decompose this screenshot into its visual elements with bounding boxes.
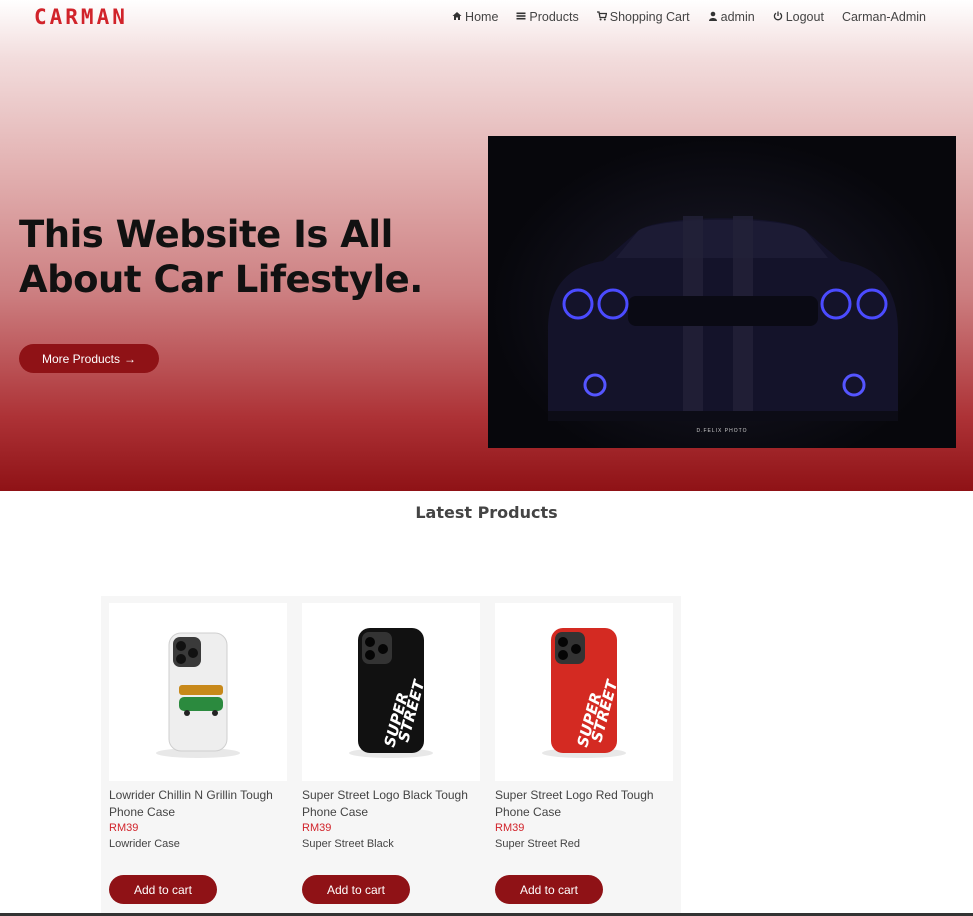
- power-icon: [773, 10, 783, 24]
- phone-case-image: SUPER STREET: [542, 628, 626, 758]
- product-price: RM39: [302, 822, 332, 834]
- phone-case-image: SUPER STREET: [349, 628, 433, 758]
- nav-logout[interactable]: Logout: [773, 10, 824, 24]
- add-to-cart-button[interactable]: Add to cart: [109, 875, 217, 904]
- latest-products-title: Latest Products: [415, 503, 558, 522]
- nav-products[interactable]: Products: [516, 10, 579, 24]
- nav-shopping-cart[interactable]: Shopping Cart: [596, 10, 690, 24]
- bars-icon: [516, 10, 526, 24]
- nav-shopping-cart-label: Shopping Cart: [609, 10, 690, 24]
- main-nav: Home Products Shopping Cart admin Logout…: [434, 10, 926, 24]
- product-card: SUPER STREET Super Street Logo Red Tough…: [495, 603, 673, 904]
- product-subtitle: Lowrider Case: [109, 838, 180, 850]
- cart-icon: [596, 10, 608, 24]
- product-name[interactable]: Super Street Logo Red Tough Phone Case: [495, 787, 673, 821]
- product-name[interactable]: Super Street Logo Black Tough Phone Case: [302, 787, 480, 821]
- add-to-cart-button[interactable]: Add to cart: [495, 875, 603, 904]
- nav-home-label: Home: [465, 10, 499, 24]
- product-subtitle: Super Street Black: [302, 838, 394, 850]
- nav-logout-label: Logout: [785, 10, 824, 24]
- product-subtitle: Super Street Red: [495, 838, 580, 850]
- nav-home[interactable]: Home: [452, 10, 498, 24]
- more-products-button[interactable]: More Products →: [19, 344, 159, 373]
- image-caption: D.FELIX PHOTO: [696, 428, 748, 434]
- product-name[interactable]: Lowrider Chillin N Grillin Tough Phone C…: [109, 787, 287, 821]
- brand-logo[interactable]: CARMAN: [34, 5, 128, 29]
- car-illustration: [548, 216, 898, 421]
- nav-admin-label: admin: [720, 10, 755, 24]
- product-image[interactable]: [109, 603, 287, 781]
- arrow-right-icon: →: [124, 351, 137, 366]
- phone-case-image: [156, 632, 240, 758]
- nav-carman-admin-label: Carman-Admin: [841, 10, 926, 24]
- nav-carman-admin[interactable]: Carman-Admin: [842, 10, 926, 24]
- hero-title: This Website Is All About Car Lifestyle.: [19, 213, 423, 301]
- home-icon: [452, 10, 462, 24]
- user-icon: [708, 10, 718, 24]
- product-grid: Lowrider Chillin N Grillin Tough Phone C…: [101, 596, 681, 916]
- product-card: SUPER STREET Super Street Logo Black Tou…: [302, 603, 480, 904]
- product-price: RM39: [109, 822, 139, 834]
- hero-car-image: D.FELIX PHOTO: [488, 136, 956, 448]
- product-image[interactable]: SUPER STREET: [495, 603, 673, 781]
- add-to-cart-button[interactable]: Add to cart: [302, 875, 410, 904]
- nav-products-label: Products: [529, 10, 579, 24]
- product-image[interactable]: SUPER STREET: [302, 603, 480, 781]
- product-card: Lowrider Chillin N Grillin Tough Phone C…: [109, 603, 287, 904]
- more-products-label: More Products: [41, 351, 121, 366]
- nav-admin[interactable]: admin: [708, 10, 755, 24]
- product-price: RM39: [495, 822, 525, 834]
